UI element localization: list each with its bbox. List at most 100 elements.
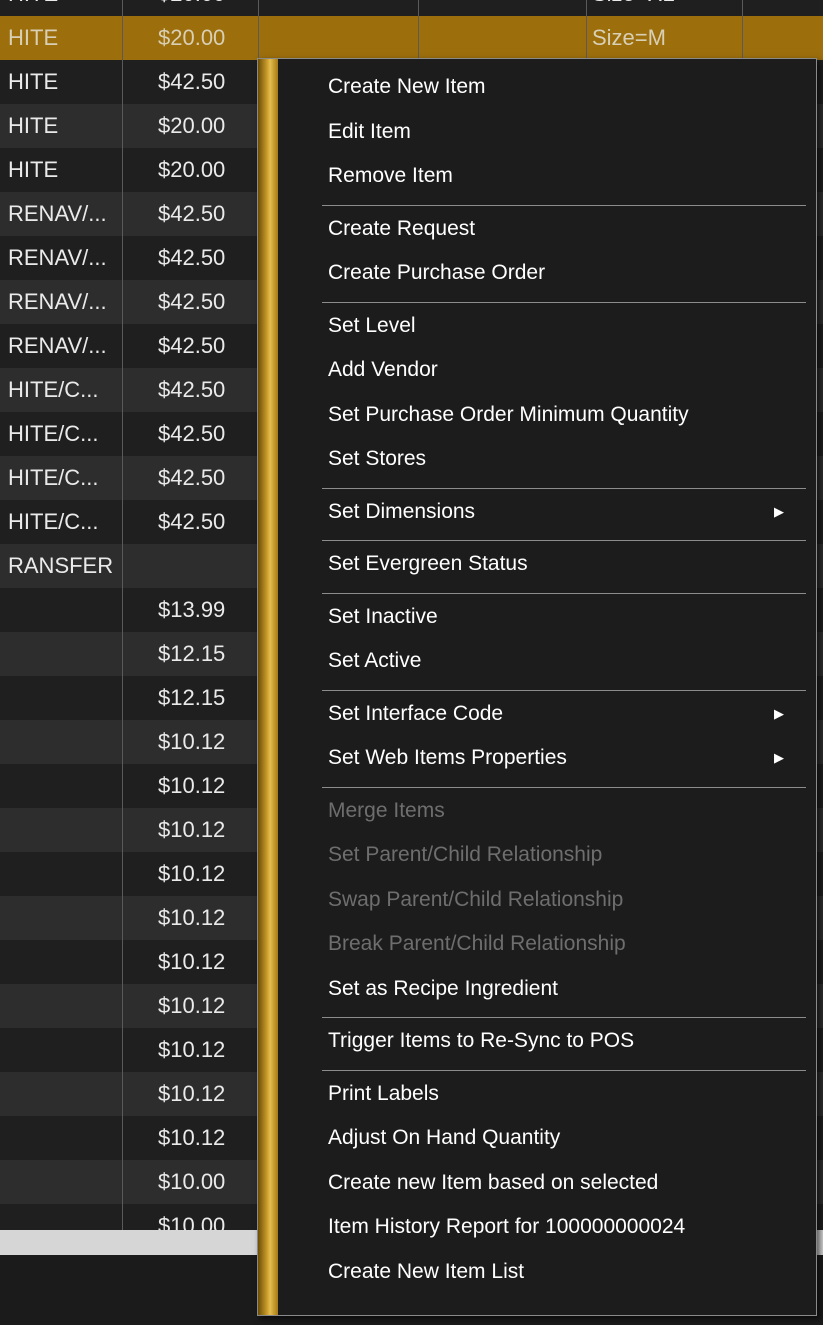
menu-item-set-active[interactable]: Set Active (328, 643, 798, 679)
column-divider (122, 0, 123, 1230)
item-name-cell: HITE (8, 0, 120, 16)
price-cell: $12.15 (158, 641, 226, 666)
menu-item-label: Set Inactive (328, 604, 438, 628)
menu-item-set-level[interactable]: Set Level (328, 308, 798, 344)
menu-gutter (258, 59, 278, 1315)
menu-item-label: Adjust On Hand Quantity (328, 1126, 561, 1149)
menu-item-edit-item[interactable]: Edit Item (328, 114, 798, 150)
item-name-cell (8, 676, 120, 720)
item-name-cell (8, 764, 120, 808)
table-row[interactable]: HITE $20.00 Size=XL (0, 0, 823, 16)
item-name-cell: HITE (8, 113, 59, 138)
price-cell: $10.12 (158, 817, 226, 842)
menu-item-label: Add Vendor (328, 358, 438, 381)
menu-item-label: Set Parent/Child Relationship (328, 843, 603, 866)
price-cell: $20.00 (158, 157, 226, 182)
price-cell: $20.00 (158, 113, 226, 138)
menu-item-adjust-on-hand-quantity[interactable]: Adjust On Hand Quantity (328, 1120, 798, 1156)
item-name-cell (8, 1204, 120, 1230)
price-cell: $10.12 (158, 993, 226, 1018)
attribute-cell: Size=XL (592, 0, 742, 16)
menu-separator (322, 786, 806, 788)
menu-item-swap-parent-child-relationship: Swap Parent/Child Relationship (328, 882, 798, 918)
menu-item-label: Merge Items (328, 798, 445, 822)
menu-item-label: Set Level (328, 313, 416, 337)
menu-item-label: Print Labels (328, 1081, 439, 1105)
item-name-cell (8, 720, 120, 764)
price-cell: $42.50 (158, 377, 226, 402)
menu-item-label: Set Interface Code (328, 701, 504, 725)
menu-item-set-parent-child-relationship: Set Parent/Child Relationship (328, 837, 798, 873)
menu-item-label: Swap Parent/Child Relationship (328, 887, 624, 911)
menu-item-label: Set Purchase Order Minimum Quantity (328, 402, 689, 426)
item-name-cell: RENAV/... (8, 289, 107, 314)
context-menu: Create New Item Edit Item Remove Item Creat… (257, 58, 817, 1316)
item-name-cell (8, 1160, 120, 1204)
price-cell: $10.00 (158, 1213, 226, 1230)
menu-item-label: Set Dimensions (328, 499, 476, 523)
table-row[interactable]: HITE $20.00 Size=M (0, 16, 823, 60)
menu-item-label: Create new Item based on selected (328, 1170, 659, 1194)
menu-item-set-inactive[interactable]: Set Inactive (328, 599, 798, 635)
price-cell: $10.12 (158, 1125, 226, 1150)
menu-item-label: Create New Item List (328, 1259, 525, 1283)
menu-item-merge-items: Merge Items (328, 793, 798, 829)
menu-item-label: Trigger Items to Re-Sync to POS (328, 1029, 635, 1052)
price-cell: $42.50 (158, 421, 226, 446)
menu-separator (322, 204, 806, 206)
menu-item-set-stores[interactable]: Set Stores (328, 441, 798, 477)
item-name-cell (8, 940, 120, 984)
menu-item-create-request[interactable]: Create Request (328, 211, 798, 247)
price-cell: $42.50 (158, 509, 226, 534)
menu-separator (322, 540, 806, 541)
item-name-cell (8, 588, 120, 632)
price-cell: $10.00 (158, 1169, 226, 1194)
submenu-arrow-icon: ▶ (774, 503, 784, 519)
item-name-cell: HITE/C... (8, 421, 99, 446)
menu-separator (322, 1069, 806, 1071)
menu-item-label: Edit Item (328, 119, 411, 143)
menu-item-label: Item History Report for 100000000024 (328, 1215, 686, 1238)
price-cell: $10.12 (158, 861, 226, 886)
menu-item-remove-item[interactable]: Remove Item (328, 158, 798, 194)
menu-separator (322, 1017, 806, 1018)
menu-item-set-dimensions[interactable]: Set Dimensions ▶ (328, 494, 798, 530)
price-cell: $42.50 (158, 333, 226, 358)
menu-item-create-new-item[interactable]: Create New Item (328, 69, 798, 105)
menu-item-set-web-items-properties[interactable]: Set Web Items Properties ▶ (328, 740, 798, 776)
item-name-cell (8, 852, 120, 896)
menu-separator (322, 301, 806, 303)
item-name-cell: HITE (8, 69, 59, 94)
menu-item-label: Set Active (328, 649, 422, 672)
item-name-cell (8, 1028, 120, 1072)
price-cell: $42.50 (158, 245, 226, 270)
menu-item-create-new-item-based-on-selected[interactable]: Create new Item based on selected (328, 1165, 798, 1201)
app-window: HITE $20.00 Size=XL HITE $20.00 Size=M HITE $42… (0, 0, 823, 1325)
menu-item-add-vendor[interactable]: Add Vendor (328, 352, 798, 388)
price-cell: $42.50 (158, 465, 226, 490)
menu-item-label: Remove Item (328, 164, 453, 187)
menu-item-print-labels[interactable]: Print Labels (328, 1076, 798, 1112)
item-name-cell (8, 984, 120, 1028)
menu-item-trigger-items-to-re-sync-to-pos[interactable]: Trigger Items to Re-Sync to POS (328, 1023, 798, 1059)
menu-item-create-purchase-order[interactable]: Create Purchase Order (328, 255, 798, 291)
menu-item-label: Create Request (328, 216, 476, 240)
menu-separator (322, 487, 806, 489)
menu-item-label: Create Purchase Order (328, 261, 546, 284)
menu-item-set-purchase-order-minimum-quantity[interactable]: Set Purchase Order Minimum Quantity (328, 397, 798, 433)
item-name-cell: HITE/C... (8, 509, 99, 534)
menu-separator (322, 592, 806, 594)
menu-item-set-evergreen-status[interactable]: Set Evergreen Status (328, 546, 798, 582)
price-cell: $10.12 (158, 949, 226, 974)
submenu-arrow-icon: ▶ (774, 750, 784, 765)
submenu-arrow-icon: ▶ (774, 705, 784, 721)
menu-item-label: Create New Item (328, 75, 486, 98)
item-name-cell: HITE (8, 157, 59, 182)
attribute-cell: Size=M (592, 25, 666, 50)
price-cell: $10.12 (158, 729, 226, 754)
menu-item-item-history-report-for-100000000024[interactable]: Item History Report for 100000000024 (328, 1209, 798, 1245)
price-cell: $10.12 (158, 1037, 226, 1062)
menu-item-create-new-item-list[interactable]: Create New Item List (328, 1254, 798, 1290)
menu-item-set-interface-code[interactable]: Set Interface Code ▶ (328, 696, 798, 732)
menu-item-set-as-recipe-ingredient[interactable]: Set as Recipe Ingredient (328, 971, 798, 1007)
